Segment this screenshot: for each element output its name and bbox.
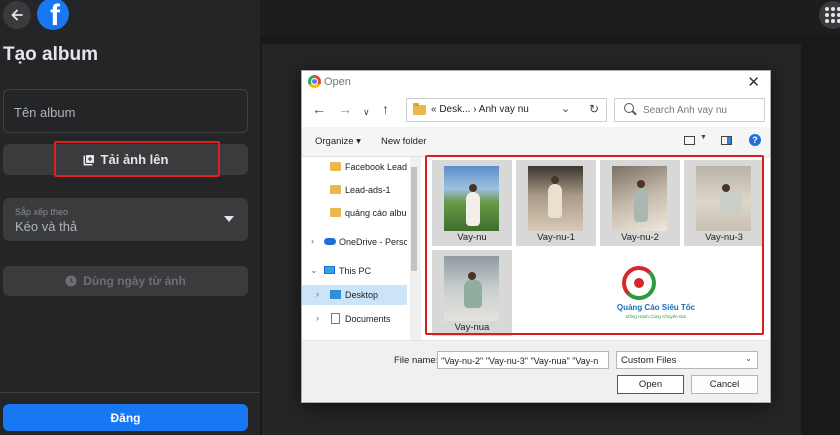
organize-menu[interactable]: Organize ▾: [315, 136, 361, 147]
back-button[interactable]: [3, 1, 31, 29]
navigation-pane: Facebook Lead Lead-ads-1 quảng cáo albu …: [302, 157, 419, 340]
path-text: « Desk... › Anh vay nu: [431, 104, 529, 115]
page-title: Tạo album: [3, 44, 99, 65]
folder-icon: [413, 103, 426, 115]
nav-item-quang-cao-album[interactable]: quảng cáo albu: [302, 203, 407, 223]
preview-pane-icon[interactable]: [721, 136, 732, 145]
nav-item-label: quảng cáo albu: [345, 208, 407, 218]
watermark-logo: Quảng Cáo Siêu Tốc Đồng Hành Cùng Chuyên…: [596, 262, 716, 326]
search-field[interactable]: [614, 98, 765, 122]
dialog-footer: File name: Custom Files ⌄ Open Cancel: [302, 340, 770, 402]
nav-item-label: Facebook Lead: [345, 162, 407, 172]
search-icon: [624, 103, 634, 113]
chrome-icon: [308, 75, 321, 88]
nav-item-onedrive[interactable]: › OneDrive - Perso: [302, 232, 407, 252]
search-input[interactable]: [643, 103, 761, 117]
nav-item-documents[interactable]: › Documents: [302, 309, 407, 329]
nav-scrollbar-thumb[interactable]: [411, 167, 417, 271]
folder-icon: [330, 208, 341, 217]
nav-item-label: Documents: [345, 314, 391, 324]
chevron-down-icon: ⌄: [745, 354, 752, 363]
watermark-subtitle: Đồng Hành Cùng Chuyên Gia: [626, 314, 686, 319]
create-album-panel: f Tạo album Tải ảnh lên Sắp xếp theo Kéo…: [0, 0, 260, 435]
chevron-down-icon[interactable]: ⌄: [561, 102, 570, 115]
pc-icon: [324, 266, 335, 274]
album-name-input[interactable]: [14, 102, 239, 122]
up-arrow-icon[interactable]: ↑: [382, 102, 389, 116]
onedrive-icon: [324, 238, 336, 245]
help-icon[interactable]: ?: [749, 134, 761, 146]
back-arrow-icon[interactable]: ←: [312, 102, 326, 116]
new-folder-button[interactable]: New folder: [381, 136, 426, 147]
nav-item-lead-ads-1[interactable]: Lead-ads-1: [302, 180, 407, 200]
folder-icon: [330, 162, 341, 171]
close-icon[interactable]: ✕: [747, 73, 760, 91]
apps-menu-icon[interactable]: [819, 1, 840, 29]
recent-locations-icon[interactable]: ∨: [363, 105, 370, 119]
nav-item-facebook-lead[interactable]: Facebook Lead: [302, 157, 407, 177]
refresh-icon[interactable]: ↻: [589, 102, 599, 116]
folder-icon: [330, 185, 341, 194]
desktop-icon: [330, 290, 341, 299]
chevron-right-icon[interactable]: ›: [316, 289, 319, 299]
album-name-field[interactable]: [3, 89, 248, 133]
use-photo-date-label: Dùng ngày từ ảnh: [83, 274, 186, 288]
watermark-title: Quảng Cáo Siêu Tốc: [616, 303, 696, 312]
caret-down-icon: [224, 216, 234, 222]
sort-dropdown[interactable]: Sắp xếp theo Kéo và thả: [3, 198, 248, 241]
nav-item-label: Lead-ads-1: [345, 185, 391, 195]
forward-arrow-icon[interactable]: →: [338, 102, 352, 116]
open-button[interactable]: Open: [617, 375, 684, 394]
brand-logo-icon: [622, 266, 656, 300]
dialog-titlebar: Open ✕: [302, 71, 770, 93]
highlight-box: [54, 141, 220, 177]
nav-item-label: OneDrive - Perso: [339, 237, 407, 247]
preview-header: [260, 0, 840, 36]
address-bar: ← → ∨ ↑ « Desk... › Anh vay nu ⌄ ↻: [302, 93, 770, 127]
nav-item-this-pc[interactable]: ⌄ This PC: [302, 261, 407, 281]
chevron-down-icon[interactable]: ⌄: [310, 265, 318, 276]
facebook-logo-icon[interactable]: f: [37, 0, 69, 30]
documents-icon: [331, 313, 340, 324]
file-name-field[interactable]: [437, 351, 609, 369]
sort-value: Kéo và thả: [15, 219, 78, 234]
nav-item-label: Desktop: [345, 290, 379, 300]
command-bar: Organize ▾ New folder ▼ ?: [302, 127, 770, 157]
dialog-title: Open: [324, 76, 351, 88]
use-photo-date-button[interactable]: Dùng ngày từ ảnh: [3, 266, 248, 296]
file-type-select[interactable]: Custom Files ⌄: [616, 351, 758, 369]
arrow-left-icon: [11, 9, 23, 21]
sort-label: Sắp xếp theo: [15, 207, 69, 217]
file-name-label: File name:: [394, 355, 439, 366]
nav-item-desktop[interactable]: › Desktop: [302, 285, 407, 305]
divider: [0, 392, 260, 393]
file-name-input[interactable]: [441, 354, 601, 367]
nav-item-label: This PC: [339, 266, 372, 276]
path-breadcrumb[interactable]: « Desk... › Anh vay nu ⌄ ↻: [406, 98, 607, 122]
file-type-value: Custom Files: [621, 355, 677, 366]
post-button[interactable]: Đăng: [3, 404, 248, 431]
cancel-button[interactable]: Cancel: [691, 375, 758, 394]
chevron-right-icon[interactable]: ›: [311, 236, 314, 246]
view-options-icon[interactable]: [684, 136, 695, 145]
caret-down-icon[interactable]: ▼: [700, 134, 707, 141]
clock-icon: [65, 275, 77, 287]
chevron-right-icon[interactable]: ›: [316, 313, 319, 323]
